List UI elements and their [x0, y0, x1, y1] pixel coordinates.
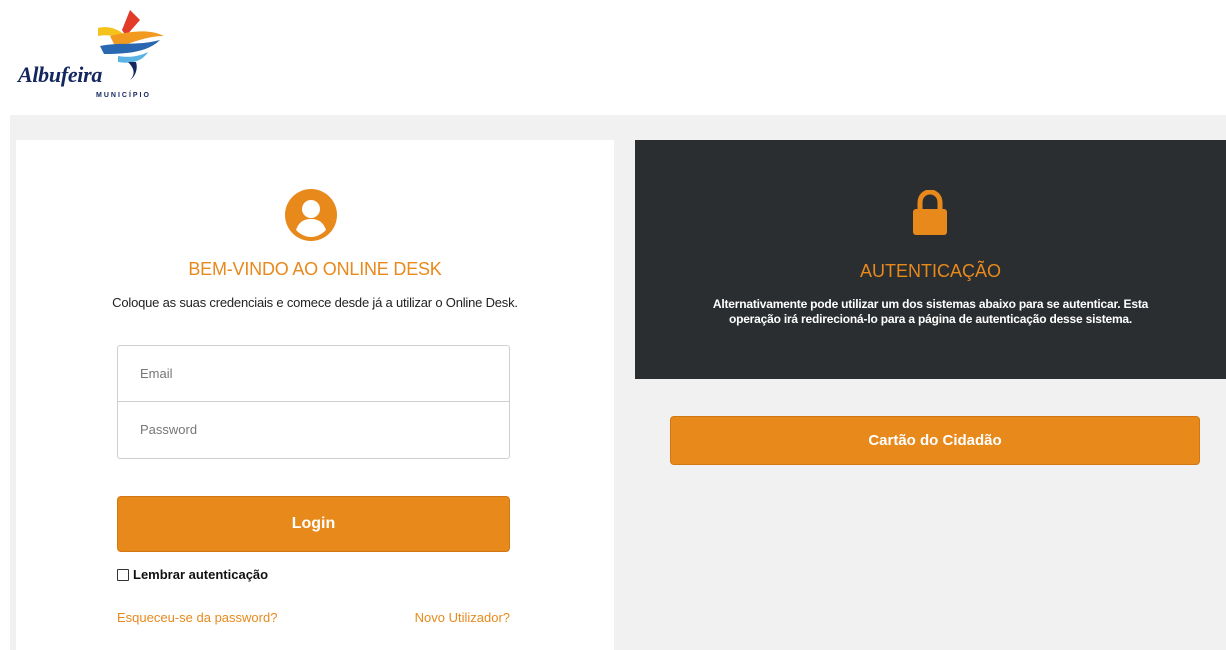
logo-subtitle-text: MUNICÍPIO	[96, 92, 151, 99]
login-title: BEM-VINDO AO ONLINE DESK	[188, 259, 442, 279]
checkbox-icon[interactable]	[117, 568, 129, 581]
lock-icon	[913, 190, 947, 235]
authentication-title: AUTENTICAÇÃO	[859, 261, 1001, 281]
authentication-panel: AUTENTICAÇÃO Alternativamente pode utili…	[635, 140, 1226, 379]
login-button[interactable]: Login	[117, 496, 510, 552]
page-header: Albufeira MUNICÍPIO	[0, 0, 1226, 115]
forgot-password-link[interactable]: Esqueceu-se da password?	[117, 610, 277, 625]
remember-checkbox[interactable]: Lembrar autenticação	[117, 567, 268, 582]
albufeira-logo[interactable]: Albufeira MUNICÍPIO	[18, 6, 178, 106]
email-field[interactable]	[118, 346, 509, 401]
citizen-card-button[interactable]: Cartão do Cidadão	[670, 416, 1200, 465]
authentication-description: Alternativamente pode utilizar um dos si…	[712, 297, 1149, 326]
remember-label: Lembrar autenticação	[133, 567, 269, 582]
password-field[interactable]	[118, 402, 509, 457]
credentials-box	[117, 345, 510, 459]
login-subtitle: Coloque as suas credenciais e comece des…	[112, 295, 518, 310]
albufeira-logo-mark	[98, 10, 164, 80]
logo-name-text: Albufeira	[18, 62, 103, 87]
new-user-link[interactable]: Novo Utilizador?	[410, 610, 510, 625]
login-panel: BEM-VINDO AO ONLINE DESK Coloque as suas…	[16, 140, 614, 650]
user-circle-icon	[285, 189, 337, 241]
